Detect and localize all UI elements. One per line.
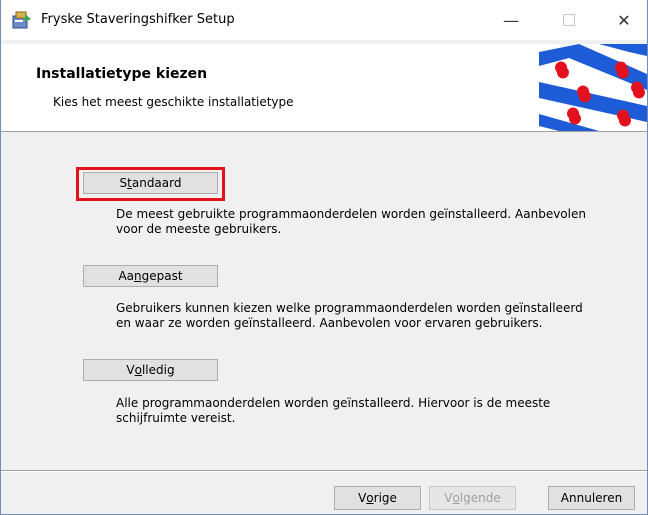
aangepast-label-part: Aa: [118, 269, 134, 283]
back-accel-key: o: [366, 491, 374, 505]
back-label-part: V: [358, 491, 367, 505]
minimize-button[interactable]: —: [488, 0, 534, 40]
volledig-label-part: lledig: [141, 363, 175, 377]
description-line: voor de meeste gebruikers.: [116, 222, 282, 236]
maximize-button: [546, 0, 592, 40]
aangepast-button[interactable]: Aa n gepast: [83, 265, 218, 287]
footer-divider-highlight: [1, 471, 647, 472]
close-button[interactable]: ✕: [601, 0, 647, 40]
installer-icon: [11, 10, 33, 30]
page-title: Installatietype kiezen: [36, 66, 208, 82]
back-button[interactable]: Vo rige: [334, 486, 421, 510]
description-line: en waar ze worden geïnstalleerd. Aanbevo…: [116, 316, 543, 330]
next-accel-key: o: [452, 491, 460, 505]
window-title: Fryske Staveringshifker Setup: [41, 12, 235, 27]
description-line: Alle programmaonderdelen worden geïnstal…: [116, 396, 551, 410]
standaard-button[interactable]: St andaard: [83, 172, 218, 194]
back-label-part: rige: [373, 491, 397, 505]
header-banner: Installatietype kiezen Kies het meest ge…: [1, 44, 647, 132]
standaard-description: De meest gebruikte programmaonderdelen w…: [116, 207, 626, 237]
volledig-description: Alle programmaonderdelen worden geïnstal…: [116, 396, 626, 426]
maximize-icon: [563, 14, 575, 26]
close-icon: ✕: [617, 10, 631, 30]
volledig-label-part: V: [126, 363, 135, 377]
volledig-accel-key: o: [134, 363, 142, 377]
standaard-label-part: S: [119, 176, 128, 190]
next-label-part: lgende: [459, 491, 501, 505]
next-button[interactable]: Vo lgende: [429, 486, 516, 510]
setup-window: Fryske Staveringshifker Setup — ✕ Instal…: [0, 0, 648, 515]
next-label-part: V: [444, 491, 453, 505]
title-bar[interactable]: Fryske Staveringshifker Setup — ✕: [1, 0, 647, 40]
volledig-button[interactable]: Vo lledig: [83, 359, 218, 381]
page-subtitle: Kies het meest geschikte installatietype: [53, 95, 294, 109]
aangepast-label-part: gepast: [141, 269, 183, 283]
description-line: Gebruikers kunnen kiezen welke programma…: [116, 301, 583, 315]
description-line: schijfruimte vereist.: [116, 411, 236, 425]
standaard-label-part: andaard: [131, 176, 182, 190]
aangepast-description: Gebruikers kunnen kiezen welke programma…: [116, 301, 626, 331]
minimize-icon: —: [503, 10, 519, 30]
description-line: De meest gebruikte programmaonderdelen w…: [116, 207, 586, 221]
aangepast-accel-key: n: [134, 269, 142, 283]
cancel-button[interactable]: Annuleren: [548, 486, 635, 510]
frisian-flag-icon: [539, 44, 647, 131]
